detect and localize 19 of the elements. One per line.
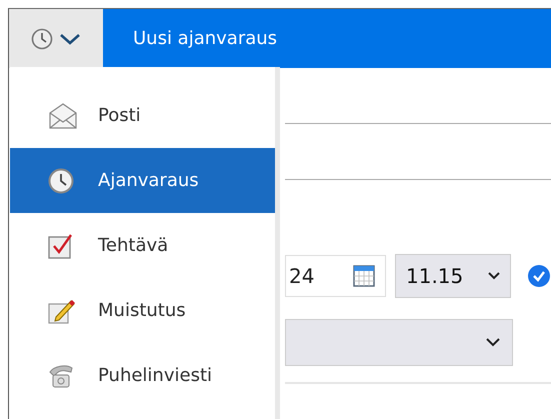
date-field[interactable]: 24 [285,255,386,297]
envelope-icon [48,102,78,128]
menu-item[interactable]: Puhelinviesti [10,343,275,408]
menu-item[interactable]: Ajanvaraus [10,148,275,213]
chevron-down-icon [59,32,81,46]
item-type-dropdown[interactable] [9,9,103,68]
calendar-icon [353,265,375,287]
window-title: Uusi ajanvaraus [133,28,278,49]
menu-item[interactable]: Posti [10,83,275,148]
clock-icon [31,28,53,50]
menu-item[interactable]: Muistutus [10,278,275,343]
check-circle-icon [528,265,550,287]
chevron-down-icon [488,272,500,280]
chevron-down-icon [486,338,500,347]
checkbox-icon [48,232,74,258]
phone-icon [48,362,74,388]
time-select[interactable]: 11.15 [395,254,511,298]
clock-icon [48,168,74,194]
menu-item[interactable]: Tehtävä [10,213,275,278]
